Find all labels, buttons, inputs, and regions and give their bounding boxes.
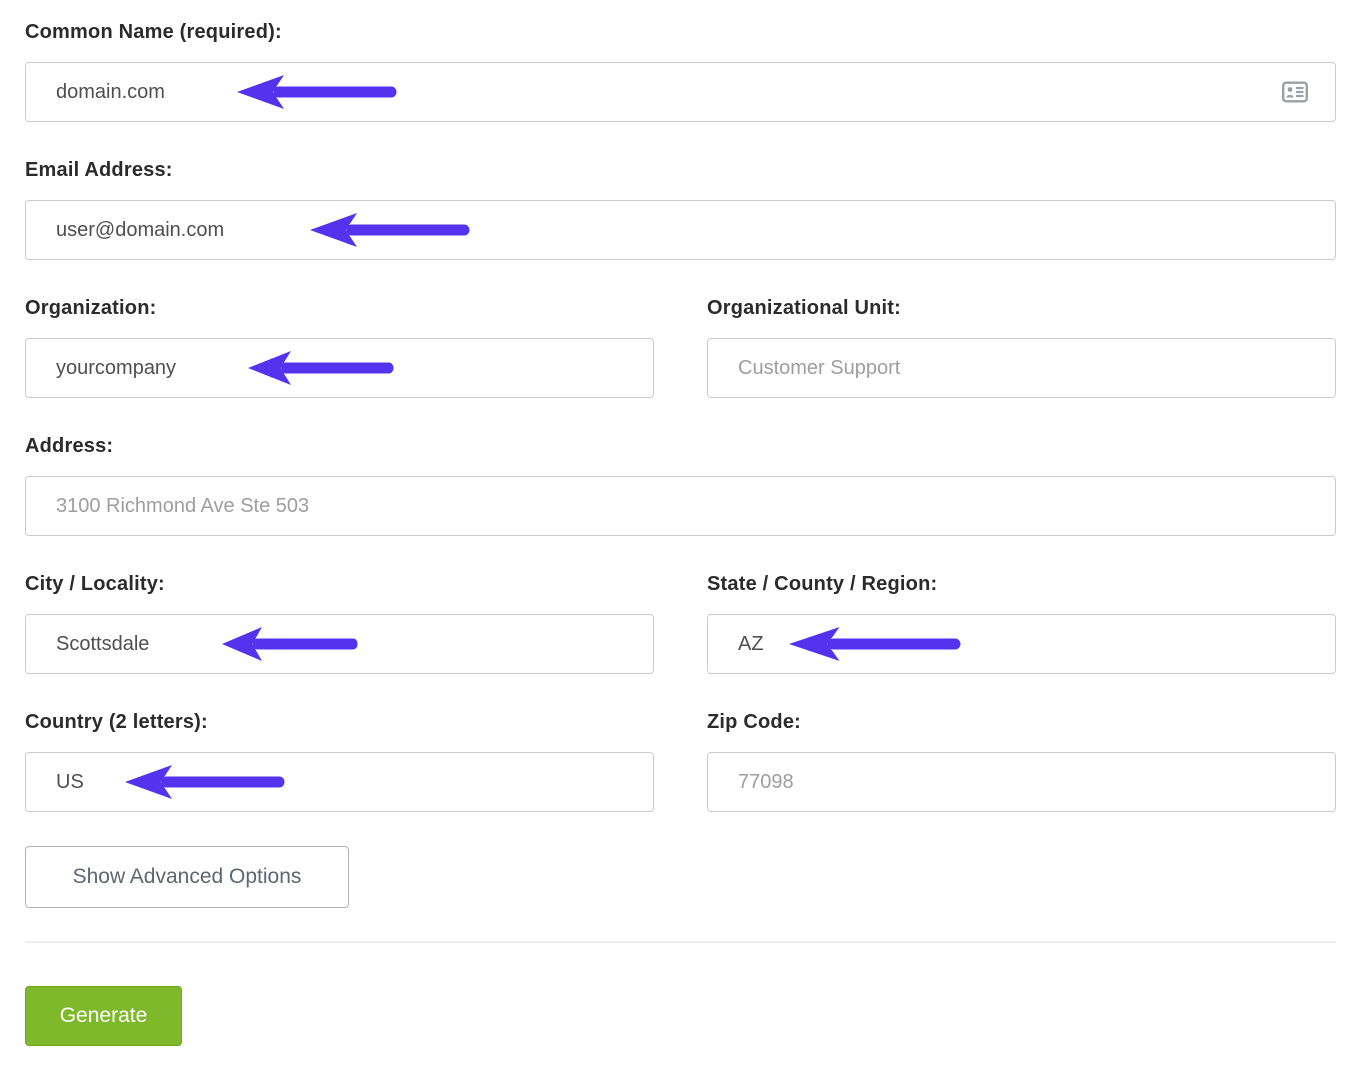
address-label: Address: xyxy=(25,435,1336,457)
field-state: State / County / Region: xyxy=(707,573,1336,674)
field-city: City / Locality: xyxy=(25,573,654,674)
common-name-label: Common Name (required): xyxy=(25,21,1336,43)
organization-label: Organization: xyxy=(25,297,654,319)
row-country-zip: Country (2 letters): Zip Code: xyxy=(25,711,1336,812)
field-email: Email Address: xyxy=(25,159,1336,260)
country-input[interactable] xyxy=(25,752,654,812)
organization-input[interactable] xyxy=(25,338,654,398)
field-organization: Organization: xyxy=(25,297,654,398)
row-organization: Organization: Organizational Unit: xyxy=(25,297,1336,398)
field-country: Country (2 letters): xyxy=(25,711,654,812)
generate-button[interactable]: Generate xyxy=(25,986,182,1046)
address-input[interactable] xyxy=(25,476,1336,536)
zip-label: Zip Code: xyxy=(707,711,1336,733)
common-name-input[interactable] xyxy=(25,62,1336,122)
field-zip: Zip Code: xyxy=(707,711,1336,812)
field-organizational-unit: Organizational Unit: xyxy=(707,297,1336,398)
organizational-unit-label: Organizational Unit: xyxy=(707,297,1336,319)
email-input[interactable] xyxy=(25,200,1336,260)
field-common-name: Common Name (required): xyxy=(25,21,1336,122)
row-city-state: City / Locality: State / County / Region… xyxy=(25,573,1336,674)
divider xyxy=(25,941,1336,943)
city-label: City / Locality: xyxy=(25,573,654,595)
show-advanced-options-button[interactable]: Show Advanced Options xyxy=(25,846,349,908)
organizational-unit-input[interactable] xyxy=(707,338,1336,398)
state-input[interactable] xyxy=(707,614,1336,674)
csr-form: Common Name (required): Email Address: O… xyxy=(25,21,1336,1046)
email-input-wrap xyxy=(25,200,1336,260)
common-name-input-wrap xyxy=(25,62,1336,122)
field-address: Address: xyxy=(25,435,1336,536)
city-input[interactable] xyxy=(25,614,654,674)
contact-card-icon[interactable] xyxy=(1282,82,1308,103)
state-label: State / County / Region: xyxy=(707,573,1336,595)
country-label: Country (2 letters): xyxy=(25,711,654,733)
email-label: Email Address: xyxy=(25,159,1336,181)
zip-input[interactable] xyxy=(707,752,1336,812)
